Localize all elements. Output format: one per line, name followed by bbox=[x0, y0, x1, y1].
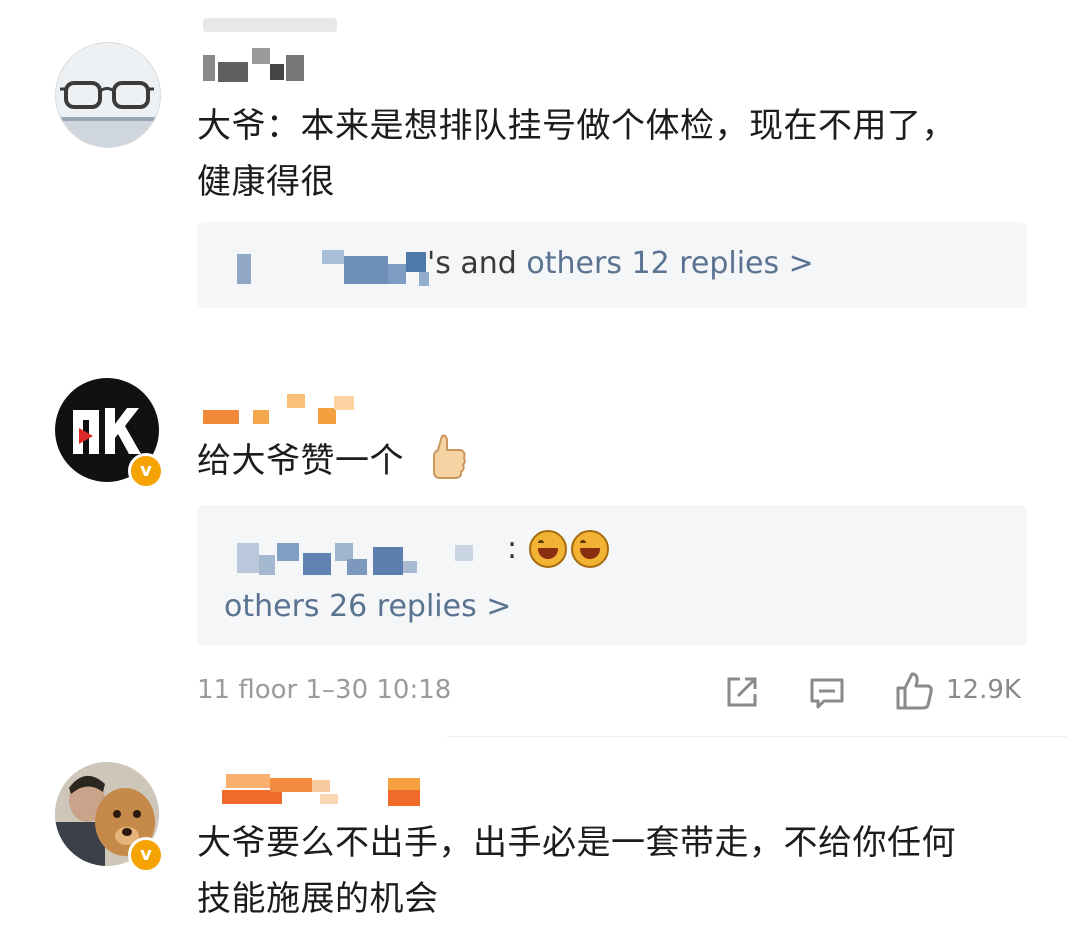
like-icon[interactable] bbox=[894, 670, 934, 712]
verified-badge: v bbox=[128, 453, 164, 489]
glasses-avatar-icon bbox=[56, 81, 160, 147]
top-gray-bar bbox=[203, 18, 337, 32]
replies-count-link[interactable]: others 26 replies > bbox=[224, 589, 511, 624]
comment-text: 大爷：本来是想排队挂号做个体检，现在不用了， 健康得很 bbox=[197, 98, 956, 210]
floor-timestamp: 11 floor 1–30 10:18 bbox=[197, 675, 452, 705]
reply-preview[interactable]: 's and others 12 replies > bbox=[197, 222, 1027, 308]
reply-name-suffix: 's and bbox=[427, 246, 527, 281]
reply-summary-link[interactable]: 's and others 12 replies > bbox=[427, 246, 814, 281]
laughing-emoji-icon bbox=[529, 530, 567, 568]
comment-text-line-1: 大爷要么不出手，出手必是一套带走，不给你任何 bbox=[197, 823, 956, 863]
comment-text: 大爷要么不出手，出手必是一套带走，不给你任何 技能施展的机会 bbox=[197, 815, 956, 927]
comment-icon[interactable] bbox=[808, 674, 846, 712]
thumbs-up-emoji-icon bbox=[433, 434, 466, 479]
verified-badge: v bbox=[128, 837, 164, 873]
comment-text-line-1: 大爷：本来是想排队挂号做个体检，现在不用了， bbox=[197, 106, 956, 146]
laughing-emoji-icon bbox=[571, 530, 609, 568]
reply-preview[interactable]: : others 26 replies > bbox=[197, 505, 1027, 645]
divider bbox=[447, 736, 1067, 737]
comment-text-line-2: 技能施展的机会 bbox=[197, 879, 439, 919]
user-avatar-glasses[interactable] bbox=[55, 42, 161, 148]
comment-text: 给大爷赞一个 bbox=[197, 441, 404, 481]
share-icon[interactable] bbox=[724, 674, 760, 710]
comment-text-line-2: 健康得很 bbox=[197, 162, 335, 202]
replies-count-link[interactable]: others 12 replies > bbox=[526, 246, 813, 281]
like-count: 12.9K bbox=[946, 675, 1021, 705]
reply-colon: : bbox=[507, 531, 518, 566]
